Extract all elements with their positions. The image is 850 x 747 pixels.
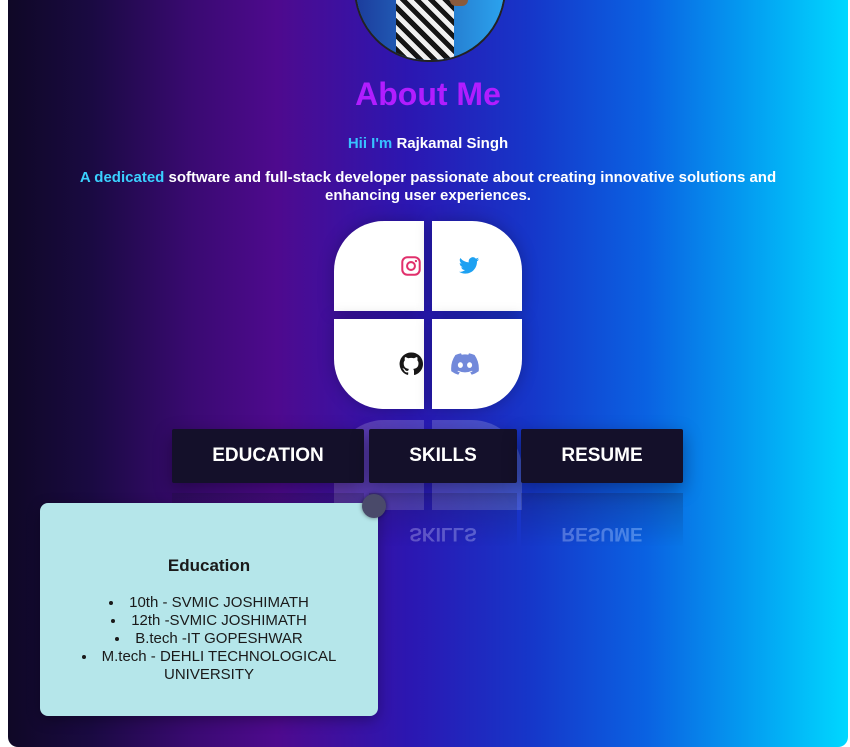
education-card-title: Education: [167, 556, 251, 575]
instagram-icon: [401, 256, 421, 276]
education-item: B.tech -IT GOPESHWAR: [66, 630, 352, 648]
resume-button-reflection: RESUME: [521, 493, 683, 547]
page-background: About Me Hii I'm Rajkamal Singh A dedica…: [8, 0, 848, 747]
discord-link[interactable]: [432, 319, 522, 409]
resume-button[interactable]: RESUME: [521, 429, 683, 483]
skills-button[interactable]: SKILLS: [369, 429, 517, 483]
education-list: 10th - SVMIC JOSHIMATH 12th -SVMIC JOSHI…: [66, 594, 352, 684]
bio-highlight: A dedicated: [79, 169, 165, 186]
discord-icon: [451, 353, 479, 375]
github-icon: [399, 352, 423, 376]
skills-button-reflection: SKILLS: [369, 493, 517, 547]
twitter-link[interactable]: [432, 221, 522, 311]
education-item: 10th - SVMIC JOSHIMATH: [66, 594, 352, 612]
greeting: Hii I'm Rajkamal Singh: [8, 135, 848, 152]
bio-text: A dedicated software and full-stack deve…: [48, 169, 808, 205]
education-item: M.tech - DEHLI TECHNOLOGICAL UNIVERSITY: [66, 648, 352, 684]
greeting-prefix: Hii I'm: [347, 135, 393, 152]
profile-avatar: [354, 0, 506, 62]
close-card-button[interactable]: [362, 494, 386, 518]
profile-name: Rajkamal Singh: [396, 135, 509, 152]
instagram-link[interactable]: [334, 221, 424, 311]
bio-rest: software and full-stack developer passio…: [168, 169, 777, 204]
twitter-icon: [458, 257, 480, 274]
page-title: About Me: [355, 76, 501, 112]
education-item: 12th -SVMIC JOSHIMATH: [66, 612, 352, 630]
github-link[interactable]: [334, 319, 424, 409]
education-button[interactable]: EDUCATION: [172, 429, 364, 483]
education-card: Education 10th - SVMIC JOSHIMATH 12th -S…: [40, 503, 378, 716]
